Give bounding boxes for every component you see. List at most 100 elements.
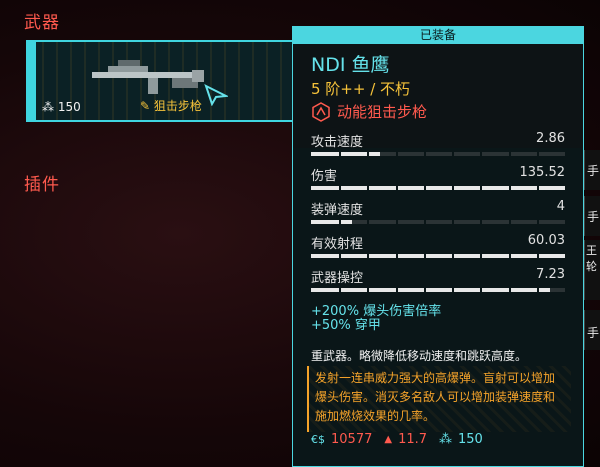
weapon-lore: 发射一连串威力强大的高爆弹。盲射可以增加爆头伤害。消灭多名敌人可以增加装弹速度和… [307,366,571,432]
stat-bar-segment [508,254,511,258]
card-ammo: ⁂ 150 [42,100,81,114]
stat-label: 有效射程 [311,237,364,252]
power-weapon-icon [312,101,330,122]
stat-label: 装弹速度 [311,203,364,218]
stat-bar-segment [423,220,426,224]
stat-bar-segment [367,152,370,156]
stat-bar-segment [339,152,342,156]
stat-bar-segment [423,152,426,156]
weapon-tier: 5 阶++ / 不朽 [311,80,411,98]
stat-bar-segment [480,152,483,156]
stat-row: 武器操控 7.23 [311,267,565,301]
stat-bar [311,220,565,224]
edge-label-2: 手 [587,210,600,224]
stat-value: 2.86 [536,131,565,146]
stat-bar-segment [536,186,539,190]
stat-bar-segment [480,288,483,292]
ammo-icon: ⁂ [439,431,453,447]
edge-item-4[interactable]: 手 [584,310,600,350]
stat-label: 攻击速度 [311,135,364,150]
edge-label-3: 手 [587,326,600,340]
edge-item-2[interactable]: 手 [584,196,600,236]
stat-value: 4 [556,199,565,214]
stat-bar-segment [395,186,398,190]
ammo-icon: ⁂ [42,100,58,114]
stat-bar-segment [423,186,426,190]
stat-bar-segment [423,254,426,258]
weapon-tooltip: 已装备 NDI 鱼鹰 5 阶++ / 不朽 动能狙击步枪 攻击速度 2.86 伤害 1… [292,26,584,467]
stat-row: 有效射程 60.03 [311,233,565,267]
card-ammo-value: 150 [57,100,81,114]
weapons-section-label: 武器 [24,13,60,33]
bonus-list: +200% 爆头伤害倍率 +50% 穿甲 [311,305,441,333]
stat-bar-fill [311,186,565,190]
stat-value: 60.03 [527,233,565,248]
weapon-name: NDI 鱼鹰 [311,54,390,76]
cursor-icon [204,84,228,106]
weapon-class-row: 动能狙击步枪 [311,101,565,122]
stat-bar-fill [311,288,550,292]
stat-bar-segment [508,220,511,224]
weapon-description: 重武器。略微降低移动速度和跳跃高度。 [311,349,528,363]
stat-bar-segment [536,152,539,156]
stat-bar-segment [367,186,370,190]
stat-bar-segment [367,220,370,224]
stat-bar-segment [508,288,511,292]
stat-bar [311,288,565,292]
stat-bar-segment [339,186,342,190]
stat-row: 攻击速度 2.86 [311,131,565,165]
eurodollar-icon: €$ [311,432,325,446]
weight-value: 11.7 [398,431,428,447]
stat-bar-segment [395,220,398,224]
stat-row: 装弹速度 4 [311,199,565,233]
stat-bar-segment [536,220,539,224]
edge-label-1: 手 [587,164,600,178]
stat-bar-segment [452,152,455,156]
stat-value: 135.52 [519,165,566,180]
stat-row: 伤害 135.52 [311,165,565,199]
ammo-value: 150 [458,431,483,447]
stat-bar-segment [395,254,398,258]
card-weapon-type: ✎ 狙击步枪 [140,97,202,114]
stat-bar-segment [452,254,455,258]
weapon-class: 动能狙击步枪 [337,103,428,121]
card-weapon-type-label: 狙击步枪 [153,99,202,113]
stat-bar-segment [339,254,342,258]
stat-bar-segment [423,288,426,292]
stats-list: 攻击速度 2.86 伤害 135.52 装弹速度 4 有效射程 60.03 武器操控 7.23 [311,131,565,301]
weapon-type-icon: ✎ [140,99,154,113]
edge-label-4: 王轮 [586,244,597,273]
stat-bar-segment [452,186,455,190]
stat-bar-segment [395,152,398,156]
stat-bar-segment [452,288,455,292]
equipped-header: 已装备 [293,27,583,44]
stat-bar-segment [367,288,370,292]
stat-bar-segment [339,288,342,292]
stat-bar-segment [480,220,483,224]
stat-bar-fill [311,254,565,258]
stat-bar-segment [508,152,511,156]
tooltip-footer: €$ 10577 ▲ 11.7 ⁂ 150 [311,430,483,448]
edge-item-3[interactable]: 王轮 [584,240,600,300]
weapon-slot-card[interactable]: ⁂ 150 ✎ 狙击步枪 [26,40,296,122]
bonus-armor-pen: +50% 穿甲 [311,318,381,333]
stat-bar-segment [452,220,455,224]
bonus-headshot: +200% 爆头伤害倍率 [311,304,442,319]
price-value: 10577 [331,431,373,447]
stat-bar [311,186,565,190]
stat-bar-segment [536,288,539,292]
weight-icon: ▲ [384,433,393,445]
stat-bar-segment [536,254,539,258]
stat-bar [311,254,565,258]
sniper-rifle-icon [92,60,204,94]
stat-bar-segment [395,288,398,292]
card-selected-strip [28,42,36,120]
stat-bar-segment [367,254,370,258]
stat-label: 武器操控 [311,271,364,286]
stat-bar [311,152,565,156]
stat-label: 伤害 [311,169,338,184]
stat-bar-segment [339,220,342,224]
edge-item-1[interactable]: 手 [584,150,600,190]
stat-bar-segment [480,186,483,190]
stat-bar-fill [311,220,352,224]
